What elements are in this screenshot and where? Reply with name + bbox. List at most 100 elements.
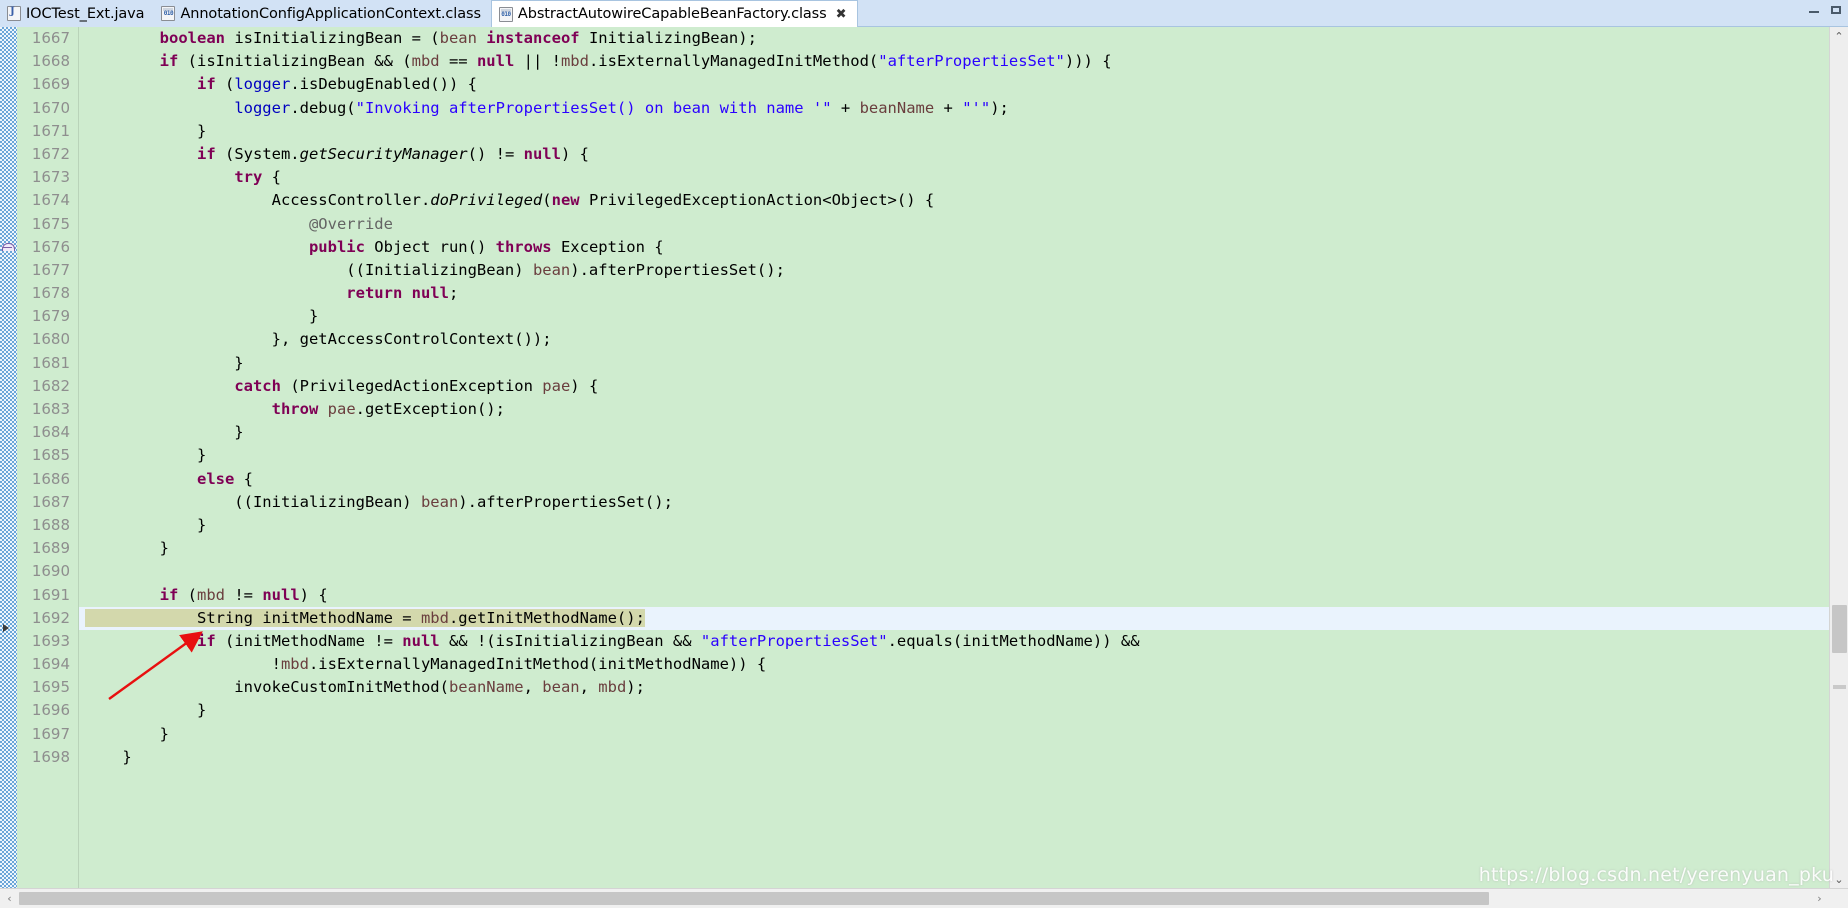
tab-annotationconfigapplicationcontext-class[interactable]: AnnotationConfigApplicationContext.class <box>154 0 491 27</box>
code-token: null <box>476 52 515 71</box>
code-line[interactable]: !mbd.isExternallyManagedInitMethod(initM… <box>79 653 1829 676</box>
horizontal-scroll-thumb[interactable] <box>19 892 1489 905</box>
code-line[interactable]: } <box>79 746 1829 769</box>
scroll-down-icon[interactable]: ⌄ <box>1829 870 1848 888</box>
minimize-icon[interactable] <box>1808 4 1820 16</box>
code-token: (PrivilegedActionException <box>280 376 543 395</box>
code-token: ); <box>990 98 1009 117</box>
selected-text[interactable]: String initMethodName = mbd.getInitMetho… <box>85 608 645 627</box>
code-token: ) { <box>299 585 328 604</box>
code-token: .isDebugEnabled()) { <box>290 75 477 94</box>
scroll-left-icon[interactable]: ‹ <box>0 889 19 908</box>
code-token: null <box>411 284 449 303</box>
code-line[interactable]: } <box>79 444 1829 467</box>
code-token: public <box>308 237 365 256</box>
line-number: 1696 <box>31 701 70 720</box>
code-line[interactable]: logger.debug("Invoking afterPropertiesSe… <box>79 97 1829 120</box>
code-token: .getInitMethodName(); <box>448 608 645 627</box>
code-token: { <box>262 168 281 187</box>
code-token: ) { <box>570 376 599 395</box>
code-line[interactable]: if (isInitializingBean && (mbd == null |… <box>79 50 1829 73</box>
code-line[interactable]: if (initMethodName != null && !(isInitia… <box>79 630 1829 653</box>
line-number: 1698 <box>31 747 70 766</box>
code-editor[interactable]: 1667 1668 1669 1670 1671 1672 1673 1674 1675 1676… <box>0 27 1848 888</box>
code-line[interactable]: ((InitializingBean) bean).afterPropertie… <box>79 259 1829 282</box>
code-token: bean <box>439 29 477 47</box>
line-number: 1697 <box>31 724 70 743</box>
code-token: mbd <box>280 655 309 674</box>
scroll-up-icon[interactable]: ⌃ <box>1829 27 1848 45</box>
scroll-right-icon[interactable]: › <box>1810 889 1829 908</box>
line-number: 1694 <box>31 655 70 674</box>
code-folding-icon[interactable] <box>2 240 15 251</box>
overview-marker <box>1832 685 1846 689</box>
code-token: (initMethodName != <box>215 631 403 650</box>
code-line[interactable]: AccessController.doPrivileged(new Privil… <box>79 189 1829 212</box>
vertical-scrollbar[interactable]: ⌃ ⌄ <box>1829 27 1848 888</box>
code-token: ( <box>215 75 235 94</box>
code-line[interactable]: } <box>79 514 1829 537</box>
vertical-scroll-track[interactable] <box>1830 45 1848 870</box>
tab-label: IOCTest_Ext.java <box>26 5 145 22</box>
horizontal-scroll-track[interactable] <box>19 889 1810 908</box>
code-line[interactable]: String initMethodName = mbd.getInitMetho… <box>79 606 1829 630</box>
code-line[interactable]: invokeCustomInitMethod(beanName, bean, m… <box>79 676 1829 699</box>
code-line[interactable]: } <box>79 305 1829 328</box>
code-line[interactable]: } <box>79 120 1829 143</box>
code-line[interactable]: } <box>79 699 1829 722</box>
code-line[interactable] <box>79 560 1829 583</box>
line-number: 1674 <box>31 191 70 210</box>
code-token: mbd <box>598 678 627 697</box>
code-token: ; <box>448 284 459 303</box>
code-line[interactable]: try { <box>79 166 1829 189</box>
class-file-icon <box>498 6 513 22</box>
code-line[interactable]: } <box>79 537 1829 560</box>
code-line[interactable]: return null; <box>79 282 1829 305</box>
code-line[interactable]: } <box>79 723 1829 746</box>
code-line[interactable]: } <box>79 352 1829 375</box>
tab-ioctest-ext-java[interactable]: IOCTest_Ext.java <box>0 0 155 27</box>
line-number: 1680 <box>31 330 70 349</box>
code-line[interactable]: if (mbd != null) { <box>79 584 1829 607</box>
code-canvas[interactable]: boolean isInitializingBean = (bean insta… <box>79 27 1829 888</box>
code-token: .isExternallyManagedInitMethod( <box>588 52 879 71</box>
code-line[interactable]: catch (PrivilegedActionException pae) { <box>79 375 1829 398</box>
code-token: bean <box>420 492 459 511</box>
code-token: } <box>85 353 244 372</box>
vertical-scroll-thumb[interactable] <box>1831 605 1847 653</box>
code-line[interactable]: else { <box>79 468 1829 491</box>
line-number: 1693 <box>31 631 70 650</box>
tab-abstractautowirecapablebeanfactory-class[interactable]: AbstractAutowireCapableBeanFactory.class… <box>490 0 858 27</box>
code-line[interactable]: } <box>79 421 1829 444</box>
code-line[interactable]: boolean isInitializingBean = (bean insta… <box>79 27 1829 50</box>
line-number: 1670 <box>31 98 70 117</box>
horizontal-scrollbar[interactable]: ‹ › <box>0 888 1848 908</box>
code-token: mbd <box>420 608 449 627</box>
tab-label: AnnotationConfigApplicationContext.class <box>180 5 481 22</box>
code-line[interactable]: }, getAccessControlContext()); <box>79 328 1829 351</box>
code-token: } <box>85 747 132 766</box>
code-token: .isExternallyManagedInitMethod(initMetho… <box>308 655 767 674</box>
code-token: boolean <box>159 29 225 47</box>
eclipse-editor-window: IOCTest_Ext.java AnnotationConfigApplica… <box>0 0 1848 908</box>
code-token: InitializingBean); <box>579 29 757 47</box>
code-token: } <box>85 446 207 465</box>
code-line[interactable]: if (logger.isDebugEnabled()) { <box>79 73 1829 96</box>
annotation-ruler[interactable] <box>0 27 17 888</box>
close-icon[interactable]: ✖ <box>836 8 847 21</box>
code-token: "'" <box>962 98 991 117</box>
code-line[interactable]: ((InitializingBean) bean).afterPropertie… <box>79 491 1829 514</box>
code-line[interactable]: public Object run() throws Exception { <box>79 236 1829 259</box>
maximize-icon[interactable] <box>1830 4 1842 16</box>
code-token: catch <box>234 376 281 395</box>
code-line[interactable]: @Override <box>79 213 1829 236</box>
code-line[interactable]: if (System.getSecurityManager() != null)… <box>79 143 1829 166</box>
code-line[interactable]: throw pae.getException(); <box>79 398 1829 421</box>
line-number: 1689 <box>31 539 70 558</box>
code-token: mbd <box>560 52 589 71</box>
code-token: } <box>85 539 169 558</box>
